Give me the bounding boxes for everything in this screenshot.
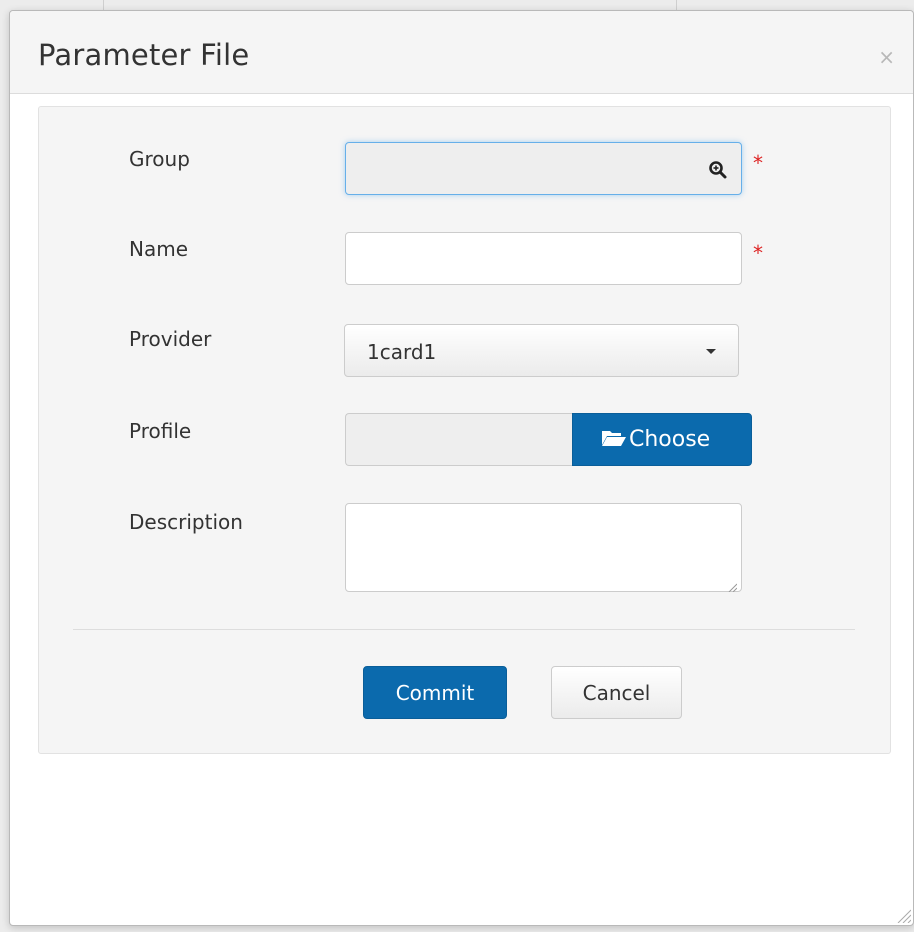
cancel-button[interactable]: Cancel	[551, 666, 682, 719]
dialog-title: Parameter File	[38, 38, 250, 72]
dialog-header: Parameter File ×	[10, 11, 913, 94]
background-divider	[676, 0, 677, 10]
dialog-resize-grip-icon[interactable]	[895, 907, 912, 924]
description-textarea[interactable]	[345, 503, 742, 593]
form-panel: Group * Name * Provider 1card1 Profile C…	[38, 106, 891, 754]
provider-selected-value: 1card1	[367, 340, 437, 364]
name-required-mark: *	[753, 241, 763, 265]
profile-file-field[interactable]	[345, 413, 572, 466]
resize-grip-icon[interactable]	[727, 577, 738, 593]
description-label: Description	[129, 510, 243, 534]
caret-down-icon	[706, 349, 716, 354]
magnifier-icon[interactable]	[707, 159, 729, 181]
close-icon[interactable]: ×	[878, 47, 895, 67]
name-input[interactable]	[345, 232, 742, 285]
name-label: Name	[129, 237, 189, 261]
provider-label: Provider	[129, 327, 212, 351]
profile-label: Profile	[129, 419, 192, 443]
group-label: Group	[129, 147, 190, 171]
folder-open-icon	[601, 428, 627, 454]
background-divider	[103, 0, 104, 10]
provider-select[interactable]: 1card1	[344, 324, 739, 377]
choose-button[interactable]: Choose	[572, 413, 752, 466]
choose-label: Choose	[629, 427, 711, 452]
group-required-mark: *	[753, 151, 763, 175]
parameter-file-dialog: Parameter File × Group * Name * Provider…	[9, 10, 914, 926]
commit-button[interactable]: Commit	[363, 666, 507, 719]
form-divider	[73, 629, 855, 630]
group-lookup-field[interactable]	[345, 142, 742, 195]
